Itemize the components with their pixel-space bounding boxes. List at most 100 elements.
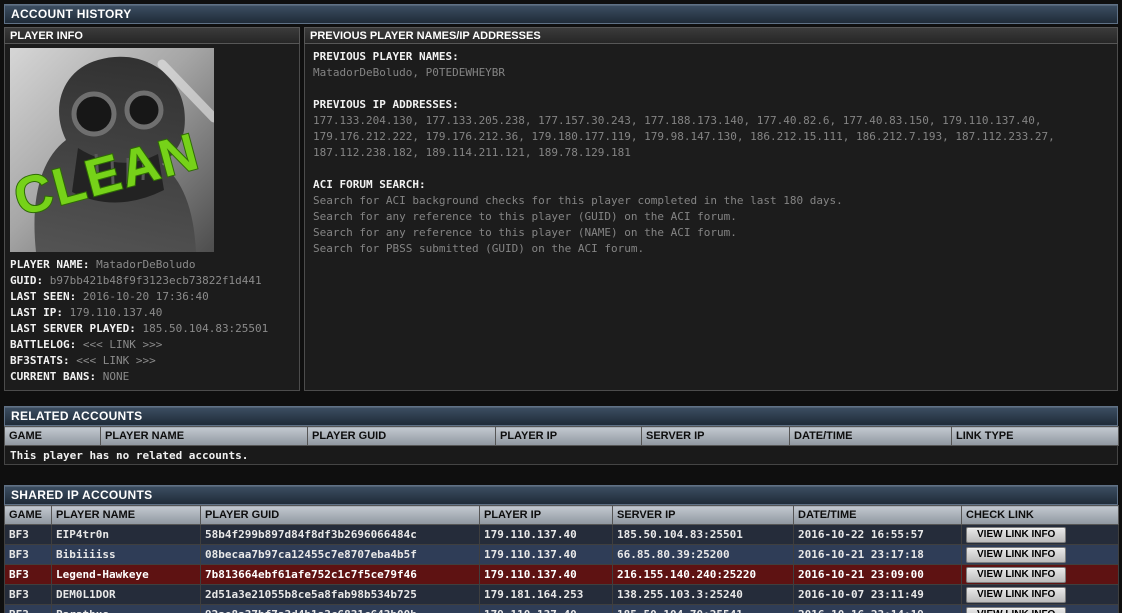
- col-datetime: DATE/TIME: [789, 426, 952, 446]
- cell-datetime: 2016-10-21 23:17:18: [793, 544, 962, 565]
- related-accounts-empty-message: This player has no related accounts.: [4, 446, 1118, 465]
- view-link-info-button[interactable]: VIEW LINK INFO: [966, 586, 1067, 603]
- col-link-type: LINK TYPE: [951, 426, 1119, 446]
- player-name-row: PLAYER NAME: MatadorDeBoludo: [10, 257, 294, 273]
- last-ip-label: LAST IP:: [10, 306, 63, 319]
- previous-names-value: MatadorDeBoludo, P0TEDEWHEYBR: [313, 66, 506, 79]
- current-bans-label: CURRENT BANS:: [10, 370, 97, 383]
- col-player-guid: PLAYER GUID: [307, 426, 496, 446]
- guid-row: GUID: b97bb421b48f9f3123ecb73822f1d441: [10, 273, 294, 289]
- cell-player-name: Parathus: [51, 604, 201, 613]
- bf3stats-row: BF3STATS: <<< LINK >>>: [10, 353, 294, 369]
- current-bans-value: NONE: [102, 370, 130, 383]
- cell-player-ip: 179.110.137.40: [479, 544, 613, 565]
- cell-game: BF3: [4, 604, 52, 613]
- last-ip-value: 179.110.137.40: [69, 306, 163, 319]
- cell-player-ip: 179.110.137.40: [479, 604, 613, 613]
- previous-names-label: PREVIOUS PLAYER NAMES:: [313, 50, 459, 63]
- cell-player-ip: 179.110.137.40: [479, 524, 613, 545]
- last-server-row: LAST SERVER PLAYED: 185.50.104.83:25501: [10, 321, 294, 337]
- col-game: GAME: [4, 505, 52, 525]
- cell-check-link: VIEW LINK INFO: [961, 544, 1119, 565]
- col-datetime: DATE/TIME: [793, 505, 962, 525]
- table-row: BF3 EIP4tr0n 58b4f299b897d84f8df3b269606…: [4, 524, 1119, 545]
- goggle-left: [71, 91, 117, 137]
- cell-player-guid: 92ae8a37bf7a3d4b1a3c6831c643b00b: [200, 604, 480, 613]
- soldier-avatar-image: CLEAN: [7, 48, 219, 252]
- cell-datetime: 2016-10-21 23:09:00: [793, 564, 962, 585]
- cell-player-name: Bibiiiiss: [51, 544, 201, 565]
- guid-label: GUID:: [10, 274, 44, 287]
- cell-player-name: Legend-Hawkeye: [51, 564, 201, 585]
- player-info-panel: PLAYER INFO CLEAN PLAYER NAME: MatadorDe…: [4, 27, 300, 391]
- previous-names-header: PREVIOUS PLAYER NAMES/IP ADDRESSES: [304, 27, 1118, 44]
- related-accounts-header: RELATED ACCOUNTS: [4, 406, 1118, 426]
- previous-names-panel: PREVIOUS PLAYER NAMES/IP ADDRESSES PREVI…: [304, 27, 1118, 391]
- forum-search-name-link[interactable]: Search for any reference to this player …: [313, 225, 1109, 241]
- shared-ip-accounts-header: SHARED IP ACCOUNTS: [4, 485, 1118, 505]
- cell-game: BF3: [4, 524, 52, 545]
- forum-search-guid-link[interactable]: Search for any reference to this player …: [313, 209, 1109, 225]
- page-title: ACCOUNT HISTORY: [4, 4, 1118, 24]
- col-player-ip: PLAYER IP: [479, 505, 613, 525]
- cell-server-ip: 185.50.104.83:25501: [612, 524, 794, 545]
- bf3stats-label: BF3STATS:: [10, 354, 70, 367]
- cell-datetime: 2016-10-07 23:11:49: [793, 584, 962, 605]
- table-row: BF3 DEM0L1DOR 2d51a3e21055b8ce5a8fab98b5…: [4, 584, 1119, 605]
- view-link-info-button[interactable]: VIEW LINK INFO: [966, 526, 1067, 543]
- col-check-link: CHECK LINK: [961, 505, 1119, 525]
- cell-check-link: VIEW LINK INFO: [961, 584, 1119, 605]
- cell-player-name: EIP4tr0n: [51, 524, 201, 545]
- table-row-flagged: BF3 Legend-Hawkeye 7b813664ebf61afe752c1…: [4, 564, 1119, 585]
- col-game: GAME: [4, 426, 101, 446]
- battlelog-row: BATTLELOG: <<< LINK >>>: [10, 337, 294, 353]
- cell-player-ip: 179.110.137.40: [479, 564, 613, 585]
- last-server-label: LAST SERVER PLAYED:: [10, 322, 136, 335]
- col-player-name: PLAYER NAME: [100, 426, 308, 446]
- view-link-info-button[interactable]: VIEW LINK INFO: [966, 566, 1067, 583]
- col-server-ip: SERVER IP: [612, 505, 794, 525]
- shared-ip-accounts-table: GAME PLAYER NAME PLAYER GUID PLAYER IP S…: [4, 505, 1119, 613]
- goggle-right: [124, 90, 164, 130]
- last-seen-value: 2016-10-20 17:36:40: [82, 290, 209, 303]
- view-link-info-button[interactable]: VIEW LINK INFO: [966, 606, 1067, 613]
- cell-player-name: DEM0L1DOR: [51, 584, 201, 605]
- guid-value: b97bb421b48f9f3123ecb73822f1d441: [49, 274, 262, 287]
- current-bans-row: CURRENT BANS: NONE: [10, 369, 294, 385]
- cell-datetime: 2016-10-16 23:14:19: [793, 604, 962, 613]
- cell-player-ip: 179.181.164.253: [479, 584, 613, 605]
- cell-game: BF3: [4, 564, 52, 585]
- cell-server-ip: 138.255.103.3:25240: [612, 584, 794, 605]
- cell-datetime: 2016-10-22 16:55:57: [793, 524, 962, 545]
- col-server-ip: SERVER IP: [641, 426, 790, 446]
- cell-server-ip: 185.50.104.70:25541: [612, 604, 794, 613]
- forum-search-background-checks-link[interactable]: Search for ACI background checks for thi…: [313, 193, 1109, 209]
- table-row: BF3 Bibiiiiss 08becaa7b97ca12455c7e8707e…: [4, 544, 1119, 565]
- cell-game: BF3: [4, 544, 52, 565]
- cell-player-guid: 08becaa7b97ca12455c7e8707eba4b5f: [200, 544, 480, 565]
- bf3stats-link[interactable]: <<< LINK >>>: [76, 354, 155, 367]
- last-seen-label: LAST SEEN:: [10, 290, 77, 303]
- battlelog-label: BATTLELOG:: [10, 338, 77, 351]
- top-panels: PLAYER INFO CLEAN PLAYER NAME: MatadorDe…: [4, 27, 1118, 391]
- col-player-ip: PLAYER IP: [495, 426, 642, 446]
- col-player-guid: PLAYER GUID: [200, 505, 480, 525]
- cell-player-guid: 2d51a3e21055b8ce5a8fab98b534b725: [200, 584, 480, 605]
- battlelog-link[interactable]: <<< LINK >>>: [83, 338, 162, 351]
- forum-search-pbss-link[interactable]: Search for PBSS submitted (GUID) on the …: [313, 241, 1109, 257]
- last-ip-row: LAST IP: 179.110.137.40: [10, 305, 294, 321]
- view-link-info-button[interactable]: VIEW LINK INFO: [966, 546, 1067, 563]
- previous-ips-line: 177.133.204.130, 177.133.205.238, 177.15…: [313, 114, 1042, 127]
- cell-game: BF3: [4, 584, 52, 605]
- cell-player-guid: 58b4f299b897d84f8df3b2696066484c: [200, 524, 480, 545]
- shared-ip-header-row: GAME PLAYER NAME PLAYER GUID PLAYER IP S…: [4, 505, 1119, 525]
- cell-check-link: VIEW LINK INFO: [961, 524, 1119, 545]
- account-history-page: ACCOUNT HISTORY PLAYER INFO CLEAN PLAYER…: [0, 0, 1122, 613]
- related-accounts-header-row: GAME PLAYER NAME PLAYER GUID PLAYER IP S…: [4, 426, 1119, 446]
- cell-player-guid: 7b813664ebf61afe752c1c7f5ce79f46: [200, 564, 480, 585]
- table-row: BF3 Parathus 92ae8a37bf7a3d4b1a3c6831c64…: [4, 604, 1119, 613]
- col-player-name: PLAYER NAME: [51, 505, 201, 525]
- player-info-body: CLEAN PLAYER NAME: MatadorDeBoludo GUID:…: [4, 44, 300, 391]
- previous-names-body: PREVIOUS PLAYER NAMES: MatadorDeBoludo, …: [304, 44, 1118, 391]
- player-name-value: MatadorDeBoludo: [96, 258, 196, 271]
